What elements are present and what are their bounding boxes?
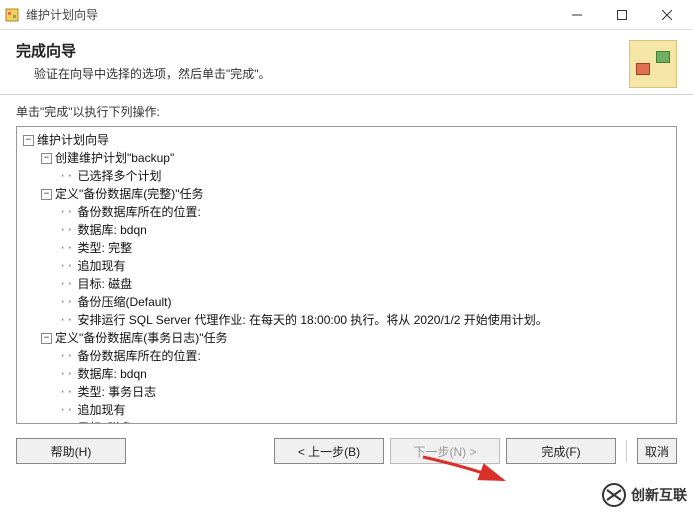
- tree-item-label: 追加现有: [77, 257, 125, 275]
- tree-item-label: 目标: 磁盘: [77, 419, 132, 424]
- tree-item-label: 备份数据库所在的位置:: [77, 347, 200, 365]
- tree-item: −维护计划向导: [23, 131, 670, 149]
- tree-toggle-icon[interactable]: −: [41, 189, 52, 200]
- tree-item: ··数据库: bdqn: [23, 365, 670, 383]
- tree-item-label: 定义"备份数据库(完整)"任务: [55, 185, 204, 203]
- watermark-text: 创新互联: [631, 485, 687, 505]
- window-controls: [554, 0, 689, 30]
- wizard-icon: [629, 40, 677, 88]
- summary-tree[interactable]: −维护计划向导−创建维护计划"backup"··已选择多个计划−定义"备份数据库…: [16, 126, 677, 424]
- tree-item: −定义"备份数据库(完整)"任务: [23, 185, 670, 203]
- tree-item: ··类型: 事务日志: [23, 383, 670, 401]
- tree-item: ··已选择多个计划: [23, 167, 670, 185]
- watermark: 创新互联: [595, 476, 693, 514]
- page-subtitle: 验证在向导中选择的选项，然后单击"完成"。: [16, 65, 619, 82]
- tree-item-label: 备份压缩(Default): [77, 293, 171, 311]
- tree-item: ··备份数据库所在的位置:: [23, 347, 670, 365]
- tree-item-label: 追加现有: [77, 401, 125, 419]
- separator: [626, 440, 627, 462]
- close-button[interactable]: [644, 0, 689, 30]
- window-title: 维护计划向导: [26, 6, 554, 23]
- tree-item-label: 创建维护计划"backup": [55, 149, 174, 167]
- wizard-header: 完成向导 验证在向导中选择的选项，然后单击"完成"。: [0, 30, 693, 95]
- tree-item: ··目标: 磁盘: [23, 419, 670, 424]
- tree-item: −创建维护计划"backup": [23, 149, 670, 167]
- next-button: 下一步(N) >: [390, 438, 500, 464]
- tree-item: ··追加现有: [23, 401, 670, 419]
- tree-toggle-icon[interactable]: −: [41, 153, 52, 164]
- tree-item-label: 数据库: bdqn: [77, 221, 146, 239]
- tree-item-label: 数据库: bdqn: [77, 365, 146, 383]
- tree-toggle-icon[interactable]: −: [41, 333, 52, 344]
- finish-button[interactable]: 完成(F): [506, 438, 616, 464]
- content-area: 单击"完成"以执行下列操作: −维护计划向导−创建维护计划"backup"··已…: [0, 95, 693, 428]
- page-title: 完成向导: [16, 40, 619, 61]
- app-icon: [4, 7, 20, 23]
- tree-item: ··目标: 磁盘: [23, 275, 670, 293]
- tree-item-label: 类型: 事务日志: [77, 383, 156, 401]
- help-button[interactable]: 帮助(H): [16, 438, 126, 464]
- back-button[interactable]: < 上一步(B): [274, 438, 384, 464]
- tree-item-label: 类型: 完整: [77, 239, 132, 257]
- tree-toggle-icon[interactable]: −: [23, 135, 34, 146]
- tree-item-label: 目标: 磁盘: [77, 275, 132, 293]
- tree-item: ··数据库: bdqn: [23, 221, 670, 239]
- tree-item-label: 已选择多个计划: [77, 167, 161, 185]
- button-row: 帮助(H) < 上一步(B) 下一步(N) > 完成(F) 取消: [0, 428, 693, 474]
- tree-item-label: 维护计划向导: [37, 131, 109, 149]
- tree-item: ··备份压缩(Default): [23, 293, 670, 311]
- tree-item-label: 定义"备份数据库(事务日志)"任务: [55, 329, 228, 347]
- tree-item: −定义"备份数据库(事务日志)"任务: [23, 329, 670, 347]
- instruction-text: 单击"完成"以执行下列操作:: [16, 103, 677, 120]
- tree-item: ··追加现有: [23, 257, 670, 275]
- tree-item: ··安排运行 SQL Server 代理作业: 在每天的 18:00:00 执行…: [23, 311, 670, 329]
- maximize-button[interactable]: [599, 0, 644, 30]
- minimize-button[interactable]: [554, 0, 599, 30]
- tree-item: ··类型: 完整: [23, 239, 670, 257]
- tree-item-label: 安排运行 SQL Server 代理作业: 在每天的 18:00:00 执行。将…: [77, 311, 547, 329]
- tree-item-label: 备份数据库所在的位置:: [77, 203, 200, 221]
- cancel-button[interactable]: 取消: [637, 438, 677, 464]
- title-bar: 维护计划向导: [0, 0, 693, 30]
- tree-item: ··备份数据库所在的位置:: [23, 203, 670, 221]
